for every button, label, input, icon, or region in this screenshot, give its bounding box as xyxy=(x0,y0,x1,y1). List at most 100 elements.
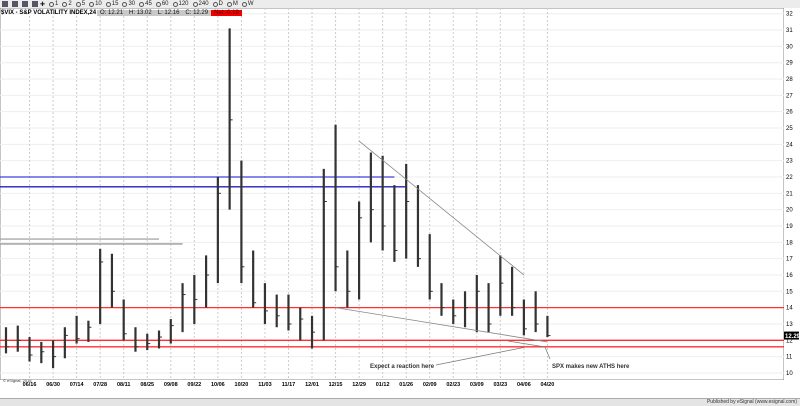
interval-label: 120 xyxy=(178,1,189,7)
y-tick-label: 13 xyxy=(786,322,793,328)
x-tick-label: 01/26 xyxy=(399,382,413,388)
y-tick-label: 20 xyxy=(786,208,793,214)
clock-icon xyxy=(192,1,198,7)
y-tick-label: 11 xyxy=(786,355,793,361)
y-tick-label: 31 xyxy=(786,28,793,34)
close-value: C: 12.29 xyxy=(182,10,212,16)
copyright: © eSignal, 2015 xyxy=(3,378,32,383)
y-tick-label: 25 xyxy=(786,126,793,132)
y-tick-label: 15 xyxy=(786,289,793,295)
interval-button-2[interactable]: 2 xyxy=(62,1,72,7)
status-bar: Published by eSignal (www.esignal.com) xyxy=(0,398,800,406)
interval-label: 240 xyxy=(198,1,209,7)
x-tick-label: 01/12 xyxy=(376,382,390,388)
y-tick-label: 21 xyxy=(786,191,793,197)
chart-icon[interactable] xyxy=(2,1,8,7)
interval-label: 5 xyxy=(81,1,86,7)
x-tick-label: 10/06 xyxy=(211,382,225,388)
clock-icon xyxy=(155,1,161,7)
interval-button-W[interactable]: W xyxy=(241,1,254,7)
print-icon[interactable] xyxy=(22,1,28,7)
x-tick-label: 03/23 xyxy=(493,382,507,388)
x-tick-label: 10/20 xyxy=(235,382,249,388)
y-tick-label: 28 xyxy=(786,77,793,83)
clock-icon xyxy=(139,1,145,7)
interval-button-1[interactable]: 1 xyxy=(49,1,58,7)
x-tick-label: 09/08 xyxy=(164,382,178,388)
interval-button-5[interactable]: 5 xyxy=(75,1,86,7)
open-value: O: 12.21 xyxy=(97,10,127,16)
annotation-expect-reaction: Expect a reaction here xyxy=(370,364,435,370)
interval-label: D xyxy=(218,1,223,7)
interval-label: 10 xyxy=(95,1,102,7)
symbol-title: $VIX - S&P VOLATILITY INDEX,24 xyxy=(1,10,97,16)
page-icon[interactable] xyxy=(12,1,18,7)
x-tick-label: 07/28 xyxy=(93,382,107,388)
price-chart[interactable]: 1011121314151617181920212223242526272829… xyxy=(0,8,800,398)
y-tick-label: 16 xyxy=(786,273,793,279)
y-tick-label: 10 xyxy=(786,371,793,377)
interval-button-10[interactable]: 10 xyxy=(89,1,102,7)
x-tick-label: 06/30 xyxy=(46,382,60,388)
y-tick-label: 27 xyxy=(786,93,793,99)
interval-button-45[interactable]: 45 xyxy=(139,1,152,7)
interval-button-240[interactable]: 240 xyxy=(192,1,209,7)
toolbar: ✚ 1 2 5 10 15 30 45 60 120 240 D M W xyxy=(0,0,800,8)
y-tick-label: 18 xyxy=(786,240,793,246)
last-price-label: 12.29 xyxy=(785,334,800,340)
crosshair-icon[interactable]: ✚ xyxy=(40,1,45,8)
x-tick-label: 08/11 xyxy=(117,382,130,388)
interval-button-30[interactable]: 30 xyxy=(122,1,135,7)
interval-label: 30 xyxy=(128,1,136,7)
x-tick-label: 02/09 xyxy=(423,382,437,388)
y-tick-label: 23 xyxy=(786,159,793,165)
chart-legend: $VIX - S&P VOLATILITY INDEX,24 O: 12.21 … xyxy=(1,10,242,16)
interval-label: 1 xyxy=(55,1,59,7)
y-tick-label: 17 xyxy=(786,257,793,263)
clock-icon xyxy=(212,1,218,7)
x-tick-label: 03/09 xyxy=(470,382,484,388)
y-tick-label: 24 xyxy=(786,142,793,148)
y-tick-label: 19 xyxy=(786,224,793,230)
clock-icon xyxy=(75,1,81,7)
clock-icon xyxy=(62,1,68,7)
high-value: H: 13.02 xyxy=(126,10,155,16)
x-tick-label: 07/14 xyxy=(70,382,85,388)
x-tick-label: 04/20 xyxy=(541,382,555,388)
y-tick-label: 29 xyxy=(786,61,793,67)
x-tick-label: 12/15 xyxy=(329,382,343,388)
interval-button-60[interactable]: 60 xyxy=(155,1,169,7)
x-tick-label: 12/29 xyxy=(352,382,366,388)
y-tick-label: 26 xyxy=(786,110,793,116)
y-tick-label: 22 xyxy=(786,175,793,181)
interval-label: 60 xyxy=(161,1,169,7)
x-tick-label: 02/23 xyxy=(446,382,460,388)
clock-icon xyxy=(172,1,178,7)
interval-label: M xyxy=(232,1,238,7)
interval-button-120[interactable]: 120 xyxy=(172,1,189,7)
y-tick-label: 32 xyxy=(786,12,793,18)
interval-label: 15 xyxy=(111,1,119,7)
y-tick-label: 14 xyxy=(786,306,793,312)
interval-button-15[interactable]: 15 xyxy=(105,1,119,7)
clock-icon xyxy=(89,1,95,7)
x-tick-label: 09/22 xyxy=(187,382,201,388)
x-tick-label: 11/17 xyxy=(282,382,295,388)
x-tick-label: 11/03 xyxy=(258,382,271,388)
interval-button-D[interactable]: D xyxy=(212,1,223,7)
interval-label: W xyxy=(247,1,254,7)
clock-icon xyxy=(241,1,247,7)
settings-icon[interactable] xyxy=(32,1,38,7)
clock-icon xyxy=(49,1,55,7)
x-tick-label: 12/01 xyxy=(305,382,319,388)
y-tick-label: 30 xyxy=(786,44,793,50)
interval-label: 2 xyxy=(68,1,72,7)
clock-icon xyxy=(226,1,232,7)
net-change: Net -0.18 xyxy=(211,10,242,16)
low-value: L: 12.16 xyxy=(154,10,183,16)
x-tick-label: 08/25 xyxy=(140,382,154,388)
x-tick-label: 04/06 xyxy=(517,382,531,388)
clock-icon xyxy=(122,1,128,7)
interval-button-M[interactable]: M xyxy=(226,1,238,7)
clock-icon xyxy=(105,1,111,7)
